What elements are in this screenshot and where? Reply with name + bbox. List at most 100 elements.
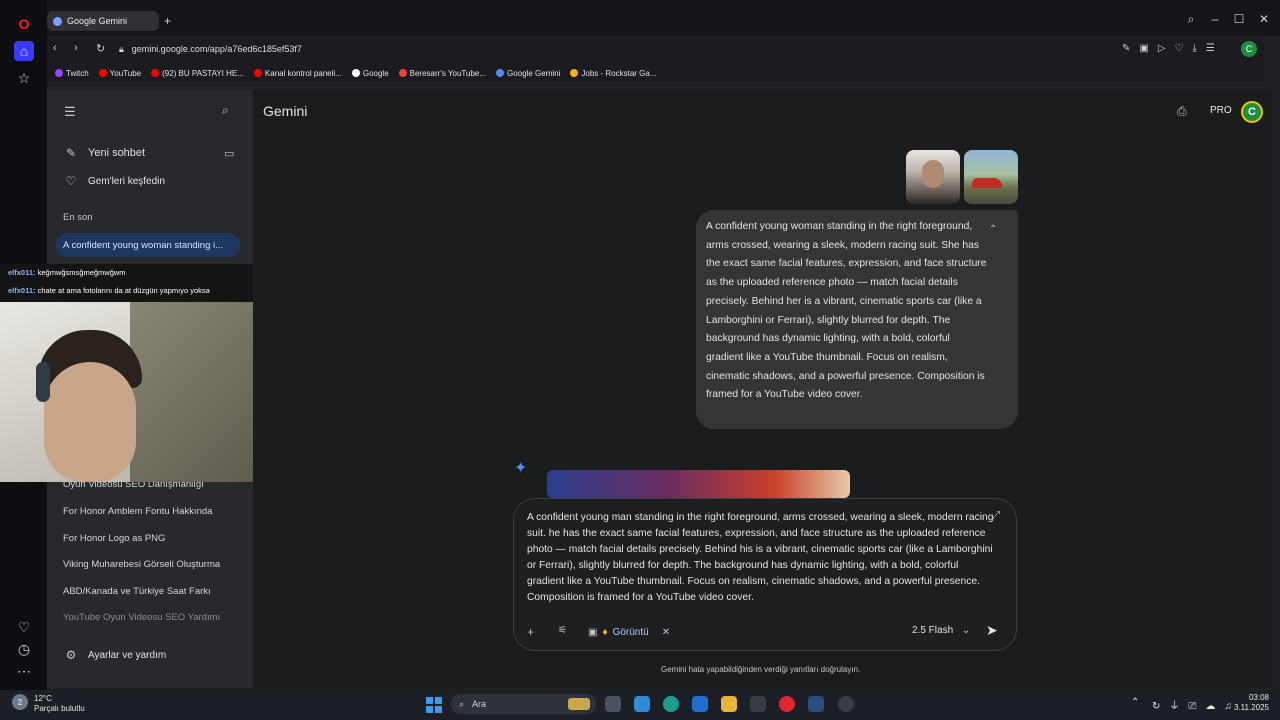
heart-icon[interactable]: ♡: [14, 617, 34, 637]
bookmark-label: Beresarr's YouTube...: [409, 68, 487, 78]
gemini-spark-icon: ✦: [514, 460, 528, 477]
canvas-icon: ▣: [588, 626, 598, 638]
bookmark-item[interactable]: YouTube: [98, 69, 141, 78]
clock-time: 03:08: [1248, 693, 1269, 702]
edit-icon: ✎: [65, 146, 77, 160]
uploaded-image-portrait[interactable]: [906, 150, 960, 204]
bookmark-item[interactable]: Twitch: [55, 69, 89, 78]
temperature: 12°C: [34, 694, 52, 703]
obs-icon[interactable]: [838, 696, 854, 712]
minimize-icon[interactable]: –: [1208, 12, 1222, 26]
more-icon[interactable]: ⋯: [14, 661, 34, 681]
tab-strip: [47, 0, 1280, 36]
chat-text: keğmwğsmsğmeğmwğwm: [37, 268, 126, 277]
lock-icon: 🔒︎: [119, 43, 124, 54]
new-tab-icon[interactable]: +: [164, 14, 171, 28]
tab-gemini[interactable]: Google Gemini: [47, 11, 159, 31]
recent-header: En son: [63, 212, 93, 223]
bookmark-label: (92) BU PASTAYI HE...: [162, 68, 244, 78]
history-item[interactable]: Viking Muharebesi Görseli Oluşturma: [63, 559, 220, 570]
add-icon[interactable]: +: [527, 625, 534, 639]
opera-logo-icon[interactable]: O: [14, 14, 34, 34]
bookmark-label: Jobs - Rockstar Ga...: [581, 68, 657, 78]
reload-icon[interactable]: ↻: [96, 42, 105, 55]
chevron-up-tray-icon[interactable]: ⌃: [1131, 697, 1139, 708]
bookmark-item[interactable]: Google: [351, 68, 389, 78]
gemini-favicon-icon: [53, 16, 62, 26]
disclaimer: Gemini hata yapabildiğinden verdiği yanı…: [661, 665, 861, 674]
task-view-icon[interactable]: [605, 696, 621, 712]
webcam-map-poster: [130, 302, 256, 482]
generating-image-placeholder: [547, 470, 850, 498]
new-chat-button[interactable]: ✎ Yeni sohbet: [62, 146, 145, 160]
bookmark-item[interactable]: (92) BU PASTAYI HE...: [151, 69, 244, 78]
active-chat-item[interactable]: A confident young woman standing i...: [56, 233, 240, 257]
start-icon[interactable]: [426, 697, 442, 713]
close-window-icon[interactable]: ✕: [1257, 12, 1271, 26]
bookmark-favicon-icon: [151, 69, 160, 77]
temporary-chat-icon[interactable]: ▭: [224, 147, 234, 160]
url-field[interactable]: 🔒︎ gemini.google.com/app/a76ed6c185ef53f…: [119, 41, 1139, 57]
user-message: A confident young woman standing in the …: [696, 210, 1018, 429]
bookmark-favicon-icon: [351, 69, 360, 77]
back-icon[interactable]: ‹: [53, 42, 57, 54]
webcam-overlay: [0, 302, 256, 482]
bookmark-item[interactable]: Beresarr's YouTube...: [398, 68, 487, 78]
search-tabs-icon[interactable]: ⌕: [1184, 12, 1198, 27]
close-icon[interactable]: ✕: [662, 627, 670, 638]
history-item[interactable]: ABD/Kanada ve Türkiye Saat Farkı: [63, 586, 211, 597]
tool-chip-label: Görüntü: [612, 626, 649, 638]
steam-icon[interactable]: [808, 696, 824, 712]
maximize-icon[interactable]: ☐: [1232, 12, 1246, 26]
tools-icon[interactable]: ⚟: [558, 625, 567, 636]
opera-icon[interactable]: [779, 696, 795, 712]
clock[interactable]: 03:08 3.11.2025: [1225, 693, 1269, 713]
bookmarks-bar: Twitch YouTube (92) BU PASTAYI HE... Kanal …: [47, 64, 1265, 82]
taskbar-search[interactable]: ⌕ Ara: [451, 694, 596, 714]
copilot-icon[interactable]: [634, 696, 650, 712]
image-tool-chip[interactable]: ▣ ♦ Görüntü ✕: [588, 623, 670, 641]
weather-widget[interactable]: 12°C Parçalı bulutlu: [34, 694, 85, 714]
explore-gems-button[interactable]: ♡ Gem'leri keşfedin: [62, 174, 165, 188]
history-icon[interactable]: ◷: [14, 639, 34, 659]
history-item[interactable]: For Honor Amblem Fontu Hakkında: [63, 506, 212, 517]
settings-button[interactable]: ⚙ Ayarlar ve yardım: [62, 648, 167, 662]
chat-username: elfx011:: [8, 268, 36, 277]
history-item[interactable]: For Honor Logo as PNG: [63, 533, 165, 544]
bookmark-item[interactable]: Google Gemini: [496, 69, 560, 78]
banana-icon: ♦: [602, 626, 608, 638]
bookmark-item[interactable]: Jobs - Rockstar Ga...: [570, 68, 657, 78]
settings-label: Ayarlar ve yardım: [88, 649, 167, 661]
menu-icon[interactable]: ☰: [64, 104, 76, 120]
star-icon[interactable]: ☆: [14, 68, 34, 88]
chat-text: chate at ama fotolarını da at düzgün yap…: [37, 286, 210, 295]
gem-icon: ♡: [65, 174, 77, 188]
forward-icon[interactable]: ›: [74, 42, 78, 54]
prompt-input[interactable]: A confident young man standing in the ri…: [527, 510, 997, 606]
history-item[interactable]: YouTube Oyun Videosu SEO Yardımı: [63, 612, 220, 623]
calculator-icon[interactable]: [750, 696, 766, 712]
search-highlight-icon: [568, 698, 590, 710]
search-icon[interactable]: ⌕: [222, 103, 229, 118]
clock-date: 3.11.2025: [1234, 703, 1269, 712]
chevron-up-icon[interactable]: ⌃: [989, 224, 997, 235]
weather-icon[interactable]: 2: [12, 694, 28, 710]
home-icon[interactable]: ⌂: [14, 41, 34, 61]
send-icon[interactable]: ➤: [986, 622, 998, 639]
new-chat-label: Yeni sohbet: [88, 147, 146, 159]
account-avatar[interactable]: C: [1241, 101, 1263, 123]
expand-icon[interactable]: ⤢: [992, 510, 1000, 521]
outlook-icon[interactable]: [692, 696, 708, 712]
file-explorer-icon[interactable]: [721, 696, 737, 712]
bookmark-item[interactable]: Kanal kontrol paneli...: [253, 69, 342, 78]
headset: [36, 362, 50, 402]
bookmark-label: Google: [362, 68, 389, 78]
uploaded-image-car[interactable]: [964, 150, 1018, 204]
print-icon[interactable]: ⎙: [1177, 104, 1187, 119]
page-title: Gemini: [263, 103, 308, 119]
edge-icon[interactable]: [663, 696, 679, 712]
bookmark-favicon-icon: [253, 69, 262, 77]
model-selector[interactable]: 2.5 Flash ⌄: [912, 625, 970, 636]
url-text: gemini.google.com/app/a76ed6c185ef53f7: [131, 44, 302, 54]
profile-avatar-icon[interactable]: C: [1241, 41, 1257, 57]
